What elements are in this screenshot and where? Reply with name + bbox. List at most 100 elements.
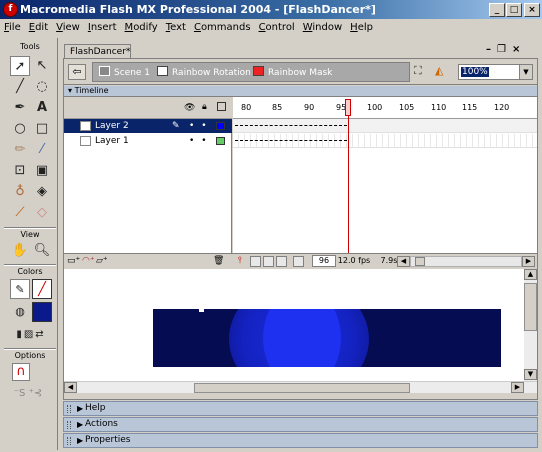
scroll-thumb[interactable]: [524, 283, 537, 331]
chevron-down-icon[interactable]: ▼: [519, 65, 532, 79]
onion-skin-icon[interactable]: [250, 256, 261, 267]
menu-insert[interactable]: Insert: [84, 19, 121, 36]
paint-bucket-tool-icon[interactable]: ◈: [32, 182, 52, 202]
actions-panel[interactable]: ▶ Actions: [63, 417, 538, 432]
breadcrumb-scene[interactable]: Scene 1: [99, 66, 150, 80]
zoom-tool-icon[interactable]: 🔍︎: [32, 241, 52, 261]
eraser-tool-icon[interactable]: ◇: [32, 203, 52, 223]
text-tool-icon[interactable]: A: [32, 98, 52, 118]
layer-name: Layer 1: [95, 136, 129, 146]
pencil-tool-icon[interactable]: ✏: [10, 140, 30, 160]
swap-colors-icon[interactable]: ▮▨⇄: [6, 325, 56, 345]
insert-folder-icon[interactable]: ▱⁺: [96, 256, 108, 267]
outline-icon[interactable]: [217, 102, 226, 111]
breadcrumb-rainbow-rotation[interactable]: Rainbow Rotation: [157, 66, 251, 80]
edit-scene-icon[interactable]: ⛶: [414, 64, 430, 80]
document-tab[interactable]: FlashDancer*: [64, 44, 131, 59]
layer-row[interactable]: Layer 2 ✎ ••: [64, 119, 232, 133]
stroke-color-icon[interactable]: ✎: [10, 279, 30, 299]
layer-icon: [80, 121, 91, 131]
add-guide-layer-icon[interactable]: ◠⁺: [82, 256, 95, 267]
scroll-right-icon[interactable]: ▶: [511, 382, 524, 393]
onion-markers-icon[interactable]: [293, 256, 304, 267]
scroll-left-icon[interactable]: ◀: [64, 382, 77, 393]
no-color-swatch-icon[interactable]: ╱: [32, 279, 52, 299]
center-frame-icon[interactable]: ⫯: [238, 256, 242, 267]
brush-tool-icon[interactable]: ⁄: [32, 140, 52, 160]
minimize-button[interactable]: _: [489, 3, 505, 17]
fill-swatch-icon[interactable]: [32, 302, 52, 322]
ruler-tick: 90: [304, 103, 315, 112]
layer-color-swatch[interactable]: [216, 122, 225, 130]
fill-color-icon[interactable]: ◍: [10, 302, 30, 322]
menu-view[interactable]: View: [52, 19, 84, 36]
ink-bottle-tool-icon[interactable]: ♁: [10, 182, 30, 202]
stage-area[interactable]: [64, 269, 524, 381]
rectangle-tool-icon[interactable]: □: [32, 119, 52, 139]
view-label: View: [20, 230, 40, 239]
menu-edit[interactable]: Edit: [25, 19, 52, 36]
menu-file[interactable]: File: [0, 19, 25, 36]
smooth-straighten-icon[interactable]: ⁻S ⁺⊰: [8, 384, 48, 404]
layer-color-swatch[interactable]: [216, 137, 225, 145]
scroll-up-icon[interactable]: ▲: [524, 269, 537, 280]
close-button[interactable]: ×: [524, 3, 540, 17]
maximize-button[interactable]: □: [506, 3, 522, 17]
stage-horizontal-scrollbar[interactable]: ◀ ▶: [64, 381, 537, 393]
edit-multiple-frames-icon[interactable]: [276, 256, 287, 267]
menu-text[interactable]: Text: [162, 19, 190, 36]
hand-tool-icon[interactable]: ✋: [10, 241, 30, 261]
pen-tool-icon[interactable]: ✒: [10, 98, 30, 118]
lock-icon[interactable]: 🔒︎: [202, 102, 207, 112]
eye-icon[interactable]: 👁︎: [184, 103, 195, 113]
fill-transform-tool-icon[interactable]: ▣: [32, 161, 52, 181]
frame-row[interactable]: [233, 119, 537, 133]
zoom-select[interactable]: 100% ▼: [458, 64, 533, 80]
layer-row[interactable]: Layer 1 ••: [64, 134, 232, 148]
scroll-right-icon[interactable]: ▶: [522, 256, 535, 267]
back-arrow-icon[interactable]: ⇦: [68, 64, 86, 80]
subselection-tool-icon[interactable]: ↖: [32, 56, 52, 76]
graphic-symbol-icon: [253, 66, 264, 76]
insert-layer-icon[interactable]: ▭⁺: [67, 256, 80, 267]
movieclip-symbol-icon: [157, 66, 168, 76]
frame-row[interactable]: [233, 134, 537, 148]
free-transform-tool-icon[interactable]: ⊡: [10, 161, 30, 181]
frames-area[interactable]: 80 85 90 95 100 105 110 115 120: [233, 97, 537, 253]
line-tool-icon[interactable]: ╱: [10, 77, 30, 97]
onion-outline-icon[interactable]: [263, 256, 274, 267]
document-window-controls[interactable]: –❐×: [486, 44, 526, 55]
flash-app-icon[interactable]: f: [3, 2, 18, 17]
trash-icon[interactable]: 🗑︎: [213, 256, 224, 267]
menu-commands[interactable]: Commands: [190, 19, 255, 36]
expand-arrow-icon: ▶: [77, 404, 84, 413]
options-label: Options: [14, 351, 46, 360]
timeline-scrollbar[interactable]: [410, 256, 522, 267]
scroll-down-icon[interactable]: ▼: [524, 369, 537, 380]
arrow-tool-icon[interactable]: ➚: [10, 56, 30, 76]
scroll-left-icon[interactable]: ◀: [397, 256, 410, 267]
properties-panel[interactable]: ▶ Properties: [63, 433, 538, 448]
layer-visibility-dots[interactable]: ••: [189, 134, 214, 148]
timeline-header[interactable]: ▾ Timeline: [64, 86, 537, 97]
breadcrumb-rainbow-mask[interactable]: Rainbow Mask: [253, 66, 332, 80]
lasso-tool-icon[interactable]: ◌: [32, 77, 52, 97]
scroll-thumb[interactable]: [415, 257, 425, 266]
frame-rate[interactable]: 12.0 fps: [337, 255, 371, 267]
eyedropper-tool-icon[interactable]: ⟋: [10, 203, 30, 223]
help-panel[interactable]: ▶ Help: [63, 401, 538, 416]
layer-visibility-dots[interactable]: ••: [189, 119, 214, 133]
stage-vertical-scrollbar[interactable]: ▲ ▼: [524, 269, 537, 381]
menu-modify[interactable]: Modify: [121, 19, 162, 36]
scroll-thumb[interactable]: [194, 383, 410, 393]
frame-ruler[interactable]: 80 85 90 95 100 105 110 115 120: [233, 97, 537, 119]
menu-control[interactable]: Control: [255, 19, 299, 36]
snap-magnet-icon[interactable]: ∩: [12, 363, 30, 381]
ruler-tick: 80: [241, 103, 252, 112]
oval-tool-icon[interactable]: ○: [10, 119, 30, 139]
stage-canvas[interactable]: [153, 309, 501, 367]
menu-window[interactable]: Window: [299, 19, 346, 36]
playhead[interactable]: [345, 97, 351, 253]
menu-help[interactable]: Help: [346, 19, 377, 36]
edit-symbols-icon[interactable]: ◭: [435, 64, 455, 80]
